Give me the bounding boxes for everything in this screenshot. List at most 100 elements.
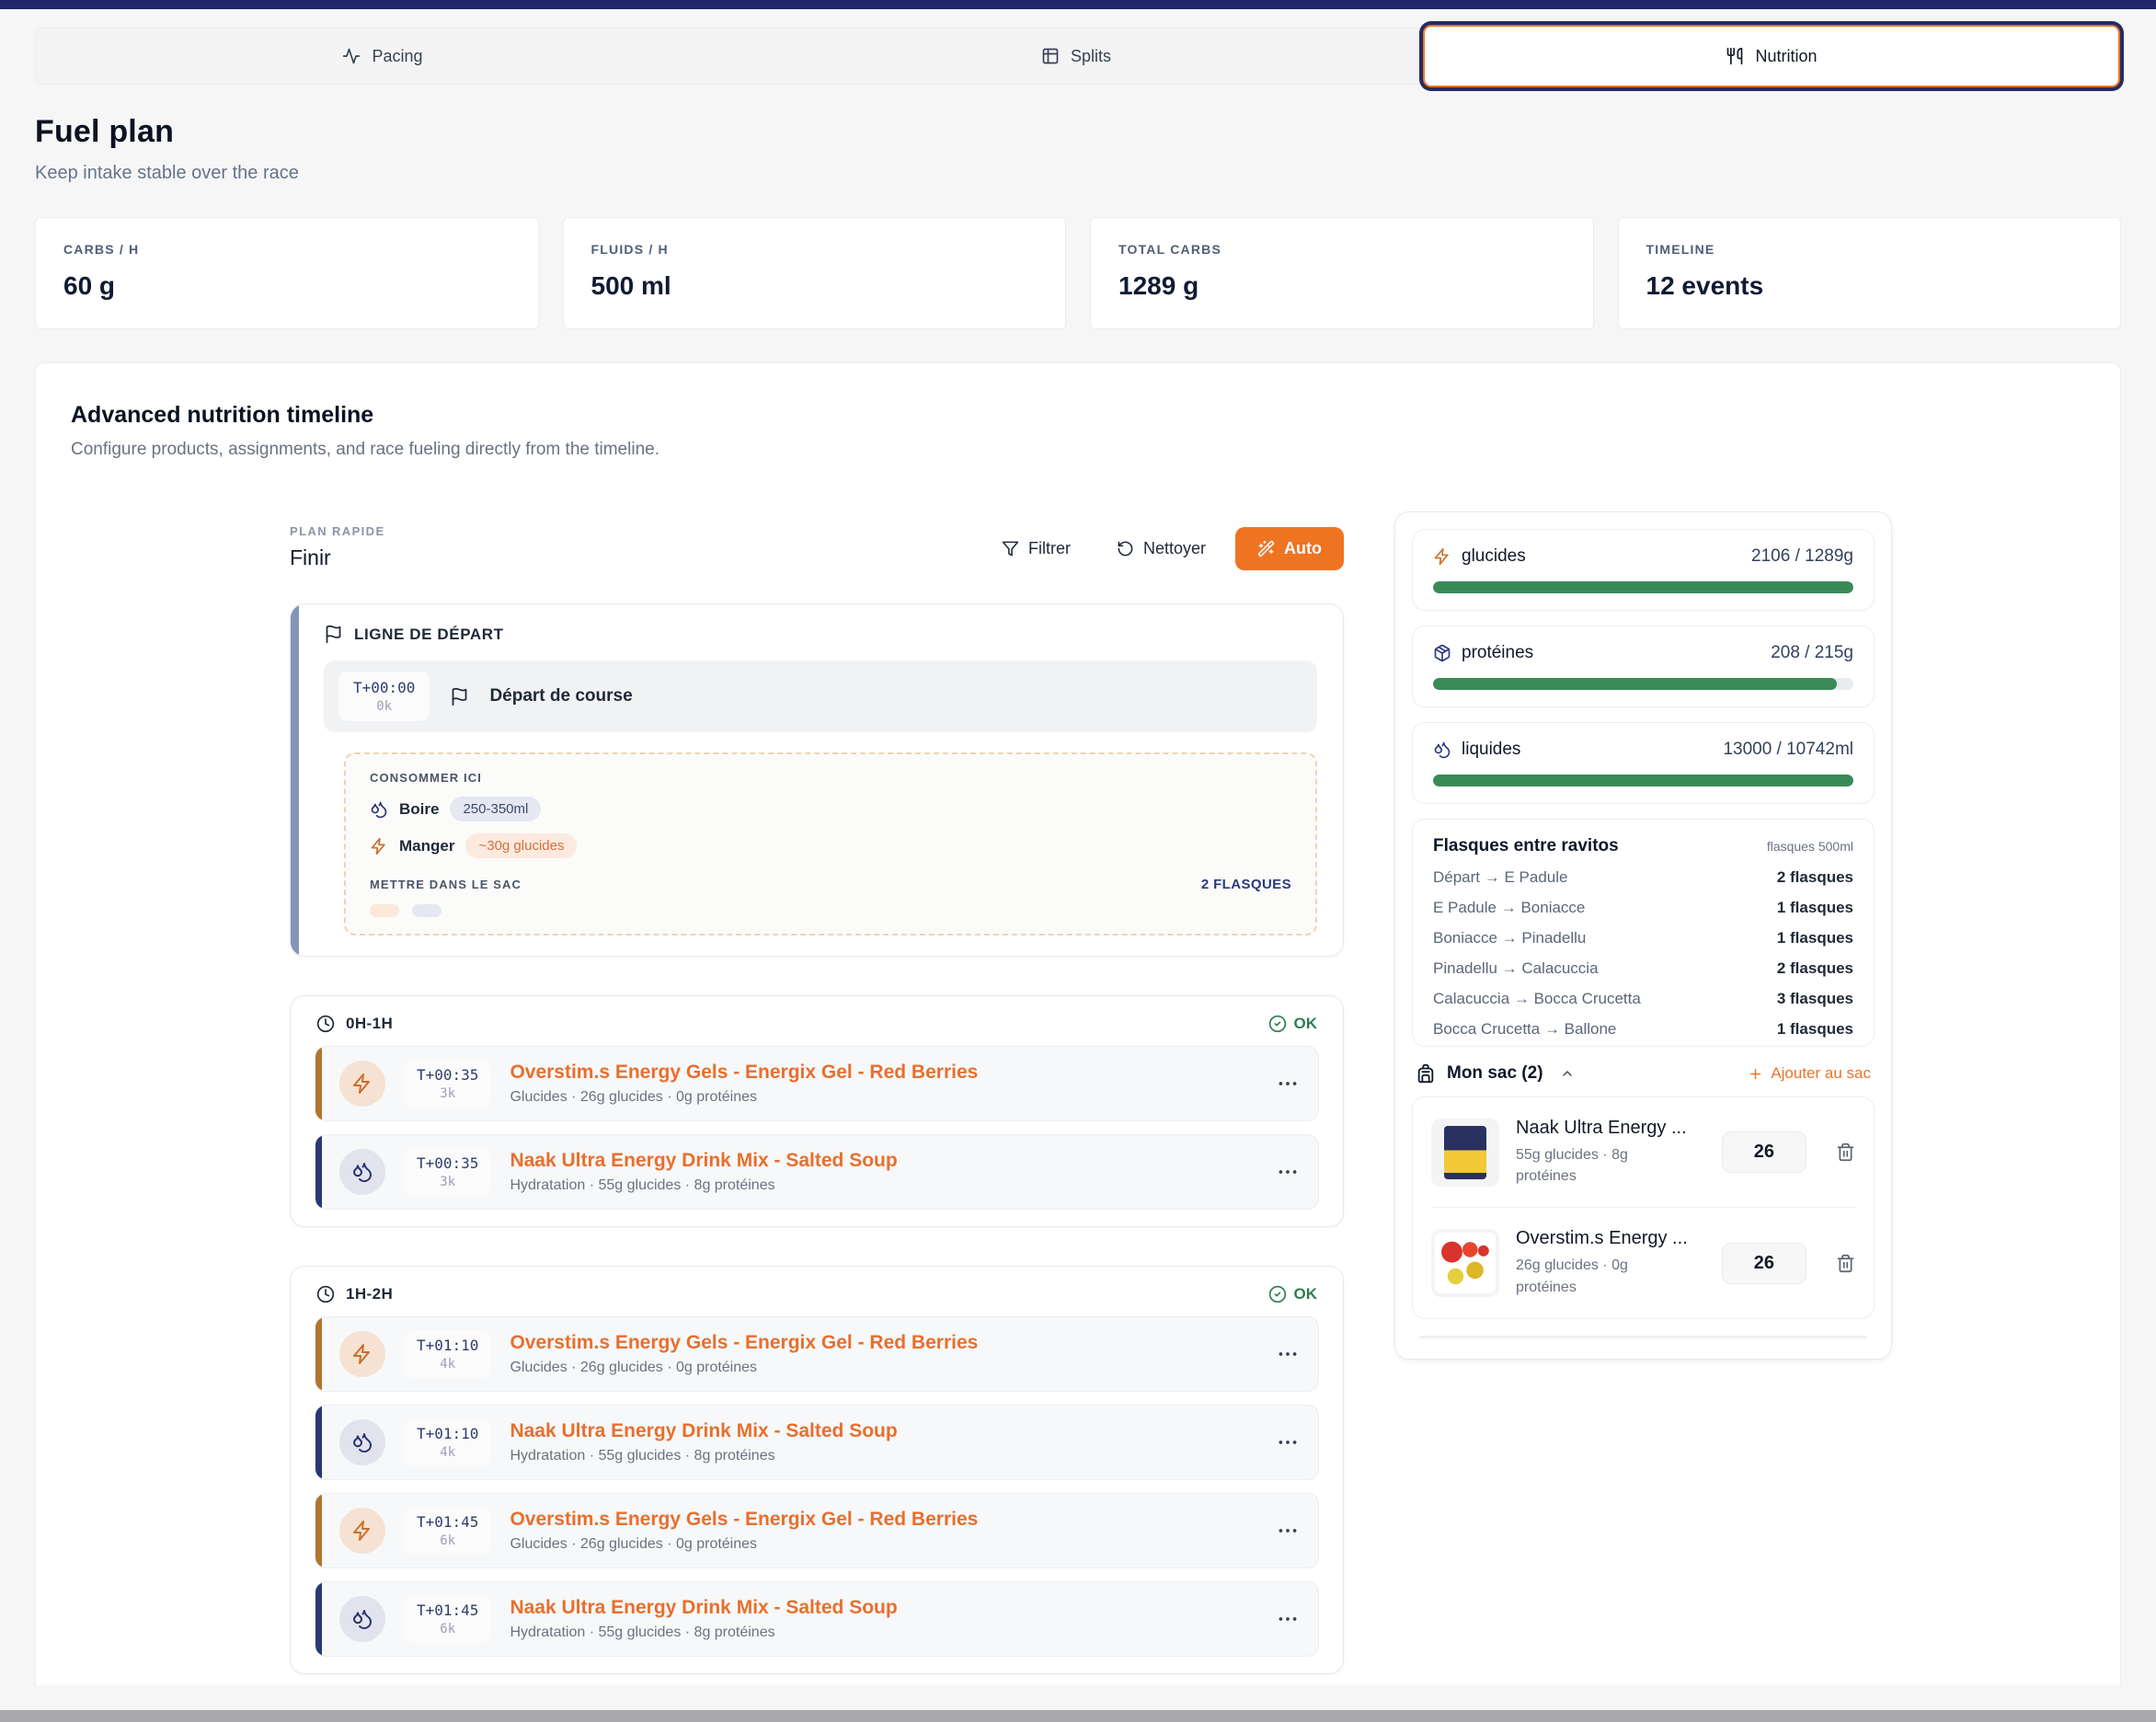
fuel-event-row[interactable]: T+01:45 6k Overstim.s Energy Gels - Ener… — [315, 1493, 1319, 1568]
bag-item-row: Naak Ultra Energy ... 55g glucides · 8g … — [1431, 1097, 1855, 1207]
event-time: T+00:35 — [417, 1154, 478, 1172]
tab-pacing[interactable]: Pacing — [36, 29, 729, 84]
quantity-value[interactable]: 26 — [1754, 1142, 1774, 1163]
page-subtitle: Keep intake stable over the race — [35, 163, 2121, 184]
start-line-header: LIGNE DE DÉPART — [324, 625, 1317, 644]
hour-section-card: 0H-1H OK T+00:3 — [290, 995, 1344, 1227]
event-type-icon — [339, 1149, 385, 1195]
flask-count: 3 flasques — [1777, 990, 1853, 1008]
quick-plan-select[interactable]: Finir — [290, 545, 385, 570]
fuel-event-row[interactable]: T+00:35 3k Naak Ultra Energy Drink Mix -… — [315, 1134, 1319, 1210]
quick-plan-label: PLAN RAPIDE — [290, 524, 385, 538]
stat-card: CARBS / H 60 g — [35, 217, 539, 329]
add-to-bag-label: Ajouter au sac — [1771, 1064, 1871, 1083]
bag-item-title: Overstim.s Energy ... — [1516, 1228, 1687, 1249]
add-to-bag-button[interactable]: Ajouter au sac — [1748, 1064, 1871, 1083]
horizontal-scrollbar[interactable] — [0, 1710, 2156, 1722]
stat-label: CARBS / H — [63, 242, 510, 257]
product-details: Hydratation · 55g glucides · 8g protéine… — [510, 1448, 897, 1464]
eat-row: Manger ~30g glucides — [370, 833, 1291, 858]
event-menu-button[interactable] — [1276, 1160, 1300, 1184]
chevron-up-icon[interactable] — [1560, 1066, 1575, 1081]
stat-label: TIMELINE — [1646, 242, 2093, 257]
nutrition-sidebar: glucides 2106 / 1289g protéines — [1394, 511, 1892, 1360]
timeline-toolbar: Filtrer Nettoyer Auto — [985, 527, 1344, 570]
bag-item-details: 26g glucides · 0g protéines — [1516, 1255, 1687, 1297]
ellipsis-icon — [1276, 1160, 1300, 1184]
event-menu-button[interactable] — [1276, 1430, 1300, 1454]
fuel-event-row[interactable]: T+00:35 3k Overstim.s Energy Gels - Ener… — [315, 1046, 1319, 1121]
flask-row: Calacuccia → Bocca Crucetta 3 flasques — [1433, 990, 1853, 1008]
product-image — [1431, 1229, 1499, 1297]
bag-product-chips — [370, 904, 1291, 917]
table-icon — [1041, 47, 1060, 65]
flask-count-label: 2 FLASQUES — [1201, 877, 1291, 892]
start-event-row[interactable]: T+00:00 0k Départ de course — [324, 660, 1317, 732]
start-event-label: Départ de course — [489, 686, 632, 706]
ellipsis-icon — [1276, 1430, 1300, 1454]
plus-icon — [1748, 1066, 1763, 1082]
drink-row: Boire 250-350ml — [370, 797, 1291, 821]
clock-icon — [316, 1285, 335, 1303]
status-badge: OK — [1268, 1015, 1318, 1033]
event-distance: 0k — [353, 699, 415, 714]
event-menu-button[interactable] — [1276, 1072, 1300, 1096]
circle-check-icon — [1268, 1285, 1287, 1303]
hour-section-items: T+01:10 4k Overstim.s Energy Gels - Ener… — [315, 1316, 1319, 1657]
time-badge: T+01:45 6k — [404, 1507, 491, 1555]
rotate-ccw-icon — [1117, 540, 1134, 557]
clean-button-label: Nettoyer — [1143, 539, 1206, 558]
flask-count: 1 flasques — [1777, 899, 1853, 917]
trash-icon[interactable] — [1836, 1142, 1855, 1162]
funnel-icon — [1002, 540, 1019, 557]
panel-title: Advanced nutrition timeline — [71, 402, 2085, 429]
progress-fill — [1433, 775, 1853, 786]
quantity-value[interactable]: 26 — [1754, 1253, 1774, 1274]
top-accent-bar — [0, 0, 2156, 9]
time-badge: T+01:10 4k — [404, 1418, 491, 1466]
ellipsis-icon — [1276, 1072, 1300, 1096]
hour-section-title: 0H-1H — [346, 1015, 393, 1033]
flask-row: Boniacce → Pinadellu 1 flasques — [1433, 929, 1853, 947]
backpack-icon — [1416, 1063, 1436, 1084]
zap-icon — [351, 1520, 373, 1542]
flasks-title: Flasques entre ravitos — [1433, 836, 1619, 856]
auto-button[interactable]: Auto — [1235, 527, 1344, 570]
product-details: Glucides · 26g glucides · 0g protéines — [510, 1089, 978, 1106]
event-menu-button[interactable] — [1276, 1342, 1300, 1366]
put-in-bag-row: METTRE DANS LE SAC 2 FLASQUES — [370, 877, 1291, 892]
flask-route: Pinadellu → Calacuccia — [1433, 959, 1599, 978]
ellipsis-icon — [1276, 1519, 1300, 1543]
fuel-event-row[interactable]: T+01:45 6k Naak Ultra Energy Drink Mix -… — [315, 1581, 1319, 1657]
tab-pacing-label: Pacing — [372, 47, 422, 66]
flask-count: 1 flasques — [1777, 929, 1853, 947]
event-menu-button[interactable] — [1276, 1607, 1300, 1631]
product-title: Naak Ultra Energy Drink Mix - Salted Sou… — [510, 1597, 897, 1619]
event-time: T+01:45 — [417, 1513, 478, 1531]
trash-icon[interactable] — [1836, 1254, 1855, 1273]
tab-nutrition[interactable]: Nutrition — [1423, 25, 2120, 87]
event-distance: 6k — [417, 1622, 478, 1636]
product-chip[interactable] — [412, 904, 442, 917]
progress-bar — [1433, 775, 1853, 786]
wand-icon — [1257, 540, 1275, 557]
filter-button[interactable]: Filtrer — [985, 528, 1087, 569]
event-time: T+00:00 — [353, 679, 415, 696]
product-details: Hydratation · 55g glucides · 8g protéine… — [510, 1624, 897, 1641]
panel-subtitle: Configure products, assignments, and rac… — [71, 440, 2085, 460]
event-menu-button[interactable] — [1276, 1519, 1300, 1543]
bag-item-title: Naak Ultra Energy ... — [1516, 1118, 1687, 1139]
clean-button[interactable]: Nettoyer — [1100, 528, 1222, 569]
event-distance: 3k — [417, 1086, 478, 1101]
metric-name: protéines — [1462, 643, 1533, 663]
product-title: Overstim.s Energy Gels - Energix Gel - R… — [510, 1332, 978, 1354]
product-title: Overstim.s Energy Gels - Energix Gel - R… — [510, 1062, 978, 1084]
stat-value: 60 g — [63, 271, 510, 301]
product-chip[interactable] — [370, 904, 399, 917]
package-icon — [1433, 644, 1451, 662]
tab-splits[interactable]: Splits — [729, 29, 1423, 84]
stats-row: CARBS / H 60 g FLUIDS / H 500 ml TOTAL C… — [35, 217, 2121, 329]
fuel-event-row[interactable]: T+01:10 4k Overstim.s Energy Gels - Ener… — [315, 1316, 1319, 1392]
time-badge: T+01:45 6k — [404, 1595, 491, 1643]
fuel-event-row[interactable]: T+01:10 4k Naak Ultra Energy Drink Mix -… — [315, 1405, 1319, 1480]
